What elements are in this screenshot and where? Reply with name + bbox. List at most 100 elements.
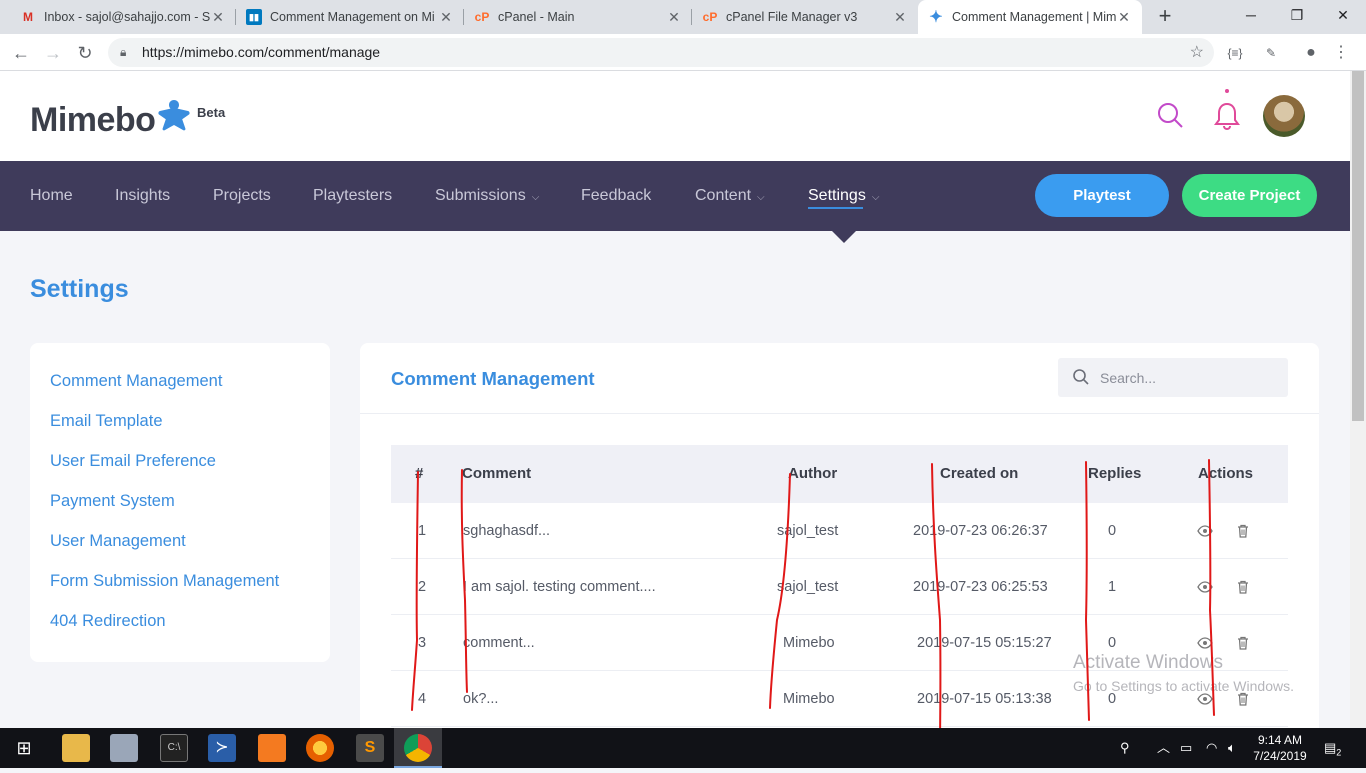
scrollbar-thumb[interactable] — [1352, 71, 1364, 421]
chrome-icon[interactable] — [404, 734, 432, 762]
browser-tab-cpanel-main[interactable]: cP cPanel - Main ✕ — [464, 0, 692, 34]
reply-count: 1 — [1108, 579, 1117, 595]
column-header-author: Author — [788, 465, 838, 482]
close-tab-icon[interactable]: ✕ — [892, 9, 908, 26]
forward-button[interactable]: → — [40, 40, 66, 66]
close-tab-icon[interactable]: ✕ — [666, 9, 682, 26]
delete-trash-icon[interactable] — [1235, 635, 1251, 651]
new-tab-button[interactable]: + — [1152, 4, 1178, 30]
extension-pen-icon[interactable]: ✎ — [1262, 44, 1280, 62]
browser-tab-strip: M Inbox - sajol@sahajjo.com - Sa ✕ ▮▮ Co… — [0, 0, 1366, 34]
site-logo[interactable]: Mimebo — [30, 99, 191, 140]
terminal-icon[interactable]: C:\ — [160, 734, 188, 762]
address-bar[interactable]: 🔒︎ https://mimebo.com/comment/manage ☆ — [108, 38, 1214, 67]
row-number: 2 — [418, 579, 427, 595]
sidebar-item-user-email-preference[interactable]: User Email Preference — [50, 452, 216, 471]
search-icon[interactable] — [1155, 99, 1185, 133]
divider — [360, 413, 1319, 414]
sidebar-item-payment-system[interactable]: Payment System — [50, 492, 175, 511]
view-eye-icon[interactable] — [1197, 523, 1213, 539]
bell-icon[interactable] — [1212, 99, 1242, 133]
created-date: 2019-07-15 05:15:27 — [917, 635, 1052, 651]
column-header-comment: Comment — [462, 465, 532, 482]
browser-tab-trello[interactable]: ▮▮ Comment Management on Mi ✕ — [236, 0, 464, 34]
sidebar-item-email-template[interactable]: Email Template — [50, 412, 163, 431]
gmail-icon: M — [23, 10, 33, 24]
create-project-button[interactable]: Create Project — [1182, 174, 1317, 217]
firefox-icon[interactable] — [306, 734, 334, 762]
nav-feedback[interactable]: Feedback — [581, 161, 651, 231]
tray-chevron-up-icon[interactable]: ︿ — [1157, 728, 1170, 768]
nav-settings[interactable]: Settings ⌵ — [808, 161, 879, 231]
sidebar-item-user-management[interactable]: User Management — [50, 532, 186, 551]
nav-playtesters[interactable]: Playtesters — [313, 161, 392, 231]
battery-icon[interactable]: ▭ — [1180, 728, 1192, 768]
browser-tab-cpanel-file-manager[interactable]: cP cPanel File Manager v3 ✕ — [692, 0, 918, 34]
clock-time: 9:14 AM — [1257, 733, 1303, 747]
search-input[interactable] — [1100, 358, 1280, 397]
nav-content[interactable]: Content ⌵ — [695, 161, 765, 231]
row-number: 4 — [418, 691, 427, 707]
minimize-button[interactable]: ─ — [1228, 0, 1274, 30]
control-panel-icon[interactable] — [110, 734, 138, 762]
page-scrollbar[interactable] — [1350, 71, 1366, 728]
user-avatar[interactable] — [1263, 95, 1305, 137]
wifi-icon[interactable]: ◠ — [1206, 728, 1217, 768]
row-number: 3 — [418, 635, 427, 651]
card-title: Comment Management — [391, 368, 595, 389]
table-row: 2 I am sajol. testing comment.... sajol_… — [391, 559, 1288, 615]
reload-button[interactable]: ↻ — [72, 40, 98, 66]
delete-trash-icon[interactable] — [1235, 523, 1251, 539]
system-clock[interactable]: 9:14 AM 7/24/2019 — [1252, 732, 1308, 764]
search-icon — [1073, 369, 1089, 385]
site-header: Mimebo Beta — [0, 71, 1350, 161]
chevron-down-icon: ⌵ — [531, 192, 540, 203]
close-window-button[interactable]: ✕ — [1320, 0, 1366, 30]
created-date: 2019-07-23 06:25:53 — [913, 579, 1048, 595]
created-date: 2019-07-15 05:13:38 — [917, 691, 1052, 707]
column-header-replies: Replies — [1088, 465, 1142, 482]
search-box[interactable] — [1058, 358, 1288, 397]
file-explorer-icon[interactable] — [62, 734, 90, 762]
view-eye-icon[interactable] — [1197, 635, 1213, 651]
nav-projects[interactable]: Projects — [213, 161, 271, 231]
sublime-text-icon[interactable]: S — [356, 734, 384, 762]
people-icon[interactable]: ⚲ — [1120, 728, 1130, 768]
watermark-line-1: Activate Windows — [1073, 652, 1223, 673]
nav-insights[interactable]: Insights — [115, 161, 170, 231]
back-button[interactable]: ← — [8, 40, 34, 66]
reply-count: 0 — [1108, 523, 1117, 539]
browser-menu-icon[interactable]: ⋮ — [1332, 44, 1350, 62]
powershell-icon[interactable]: ≻ — [208, 734, 236, 762]
maximize-button[interactable]: ❐ — [1274, 0, 1320, 30]
xampp-icon[interactable] — [258, 734, 286, 762]
column-header-actions: Actions — [1198, 465, 1254, 482]
sidebar-item-404-redirection[interactable]: 404 Redirection — [50, 612, 166, 631]
nav-home[interactable]: Home — [30, 161, 73, 231]
playtest-button[interactable]: Playtest — [1035, 174, 1169, 217]
sidebar-item-comment-management[interactable]: Comment Management — [50, 372, 222, 391]
volume-icon[interactable]: 🔈︎ — [1228, 728, 1236, 768]
activate-windows-watermark: Activate Windows Go to Settings to activ… — [1073, 652, 1294, 694]
table-header: # Comment Author Created on Replies Acti… — [391, 445, 1288, 503]
delete-trash-icon[interactable] — [1235, 579, 1251, 595]
created-date: 2019-07-23 06:26:37 — [913, 523, 1048, 539]
close-tab-icon[interactable]: ✕ — [438, 9, 454, 26]
action-center-icon[interactable]: ▤2 — [1324, 728, 1341, 768]
lock-icon: 🔒︎ — [120, 45, 127, 59]
extension-icon[interactable]: {≡} — [1226, 44, 1244, 62]
windows-start-icon[interactable]: ⊞ — [10, 734, 38, 762]
bookmark-star-icon[interactable]: ☆ — [1190, 38, 1204, 67]
close-tab-icon[interactable]: ✕ — [1116, 9, 1132, 26]
nav-submissions[interactable]: Submissions ⌵ — [435, 161, 539, 231]
address-bar-row: ← → ↻ 🔒︎ https://mimebo.com/comment/mana… — [0, 34, 1366, 71]
view-eye-icon[interactable] — [1197, 579, 1213, 595]
close-tab-icon[interactable]: ✕ — [210, 9, 226, 26]
chevron-down-icon: ⌵ — [871, 192, 880, 203]
browser-tab-gmail[interactable]: M Inbox - sajol@sahajjo.com - Sa ✕ — [10, 0, 236, 34]
sidebar-item-form-submission-management[interactable]: Form Submission Management — [50, 572, 279, 591]
profile-icon[interactable]: ● — [1302, 44, 1320, 62]
author-name: Mimebo — [783, 635, 835, 651]
browser-tab-mimebo[interactable]: ✦ Comment Management | Mim ✕ — [918, 0, 1142, 34]
comment-text: ok?... — [463, 691, 499, 707]
